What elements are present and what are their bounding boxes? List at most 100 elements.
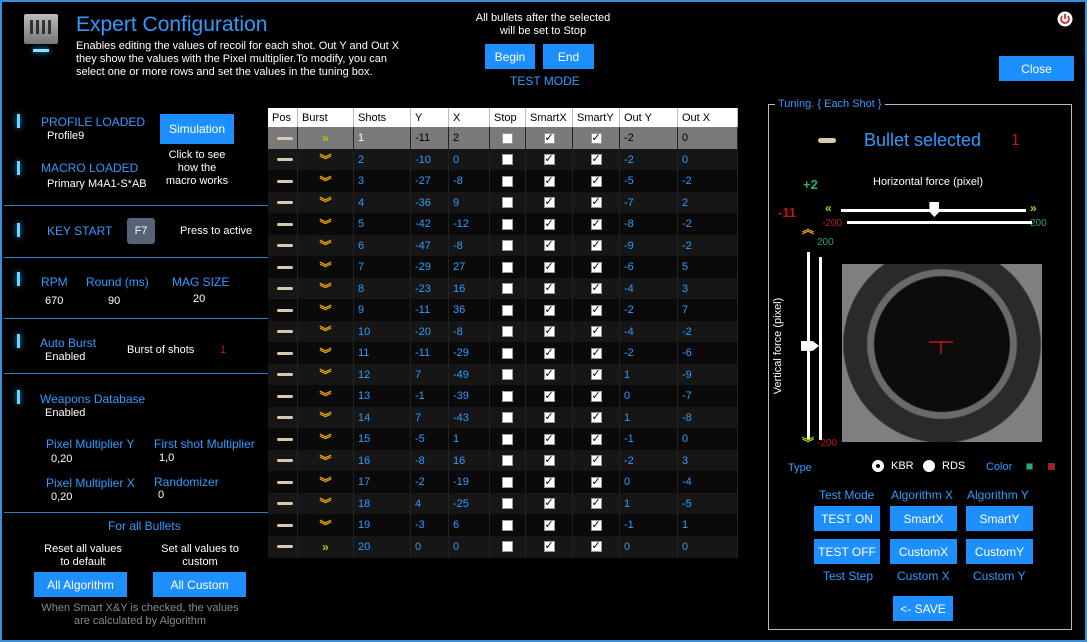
first-shot-multiplier-value[interactable]: 1,0 xyxy=(159,452,174,464)
y-value[interactable]: -47 xyxy=(411,234,449,257)
y-value[interactable]: -5 xyxy=(411,428,449,450)
smarty-checkbox[interactable] xyxy=(573,234,620,257)
simulation-button[interactable]: Simulation xyxy=(160,114,234,144)
smarty-checkbox[interactable] xyxy=(573,191,620,214)
v-slider-thumb[interactable] xyxy=(801,340,819,351)
y-value[interactable]: 7 xyxy=(411,363,449,386)
y-value[interactable]: 7 xyxy=(411,406,449,429)
smarty-checkbox[interactable] xyxy=(573,428,620,450)
h-slider-thumb[interactable] xyxy=(929,202,940,217)
power-icon[interactable] xyxy=(1057,11,1073,27)
table-row[interactable]: ︾10-20-8 -4-2 xyxy=(268,320,738,343)
smartx-checkbox[interactable] xyxy=(526,449,573,472)
y-value[interactable]: -3 xyxy=(411,514,449,536)
stop-checkbox[interactable] xyxy=(490,514,526,536)
x-value[interactable]: 0 xyxy=(449,148,490,171)
x-value[interactable]: 6 xyxy=(449,514,490,536)
stop-checkbox[interactable] xyxy=(490,299,526,321)
table-row[interactable]: ︾4-369 -72 xyxy=(268,191,738,214)
smarty-checkbox[interactable] xyxy=(573,299,620,321)
stop-checkbox[interactable] xyxy=(490,127,526,149)
smartx-checkbox[interactable] xyxy=(526,492,573,515)
table-row[interactable]: ︾8-2316 -43 xyxy=(268,277,738,300)
table-row[interactable]: ︾184-25 1-5 xyxy=(268,492,738,515)
smartx-checkbox[interactable] xyxy=(526,148,573,171)
smartx-checkbox[interactable] xyxy=(526,342,573,364)
x-value[interactable]: 16 xyxy=(449,449,490,472)
x-value[interactable]: -39 xyxy=(449,385,490,407)
save-button[interactable]: <- SAVE xyxy=(893,596,953,621)
smartx-checkbox[interactable] xyxy=(526,277,573,300)
x-value[interactable]: -25 xyxy=(449,492,490,515)
stop-checkbox[interactable] xyxy=(490,363,526,386)
stop-checkbox[interactable] xyxy=(490,428,526,450)
smarty-checkbox[interactable] xyxy=(573,449,620,472)
stop-checkbox[interactable] xyxy=(490,170,526,192)
table-row[interactable]: ︾7-2927 -65 xyxy=(268,256,738,278)
smartx-checkbox[interactable] xyxy=(526,406,573,429)
x-value[interactable]: 27 xyxy=(449,256,490,278)
all-algorithm-button[interactable]: All Algorithm xyxy=(34,572,127,597)
stop-checkbox[interactable] xyxy=(490,213,526,235)
smartx-checkbox[interactable] xyxy=(526,363,573,386)
y-value[interactable]: -27 xyxy=(411,170,449,192)
smarty-checkbox[interactable] xyxy=(573,320,620,343)
y-value[interactable]: 4 xyxy=(411,492,449,515)
smarty-checkbox[interactable] xyxy=(573,514,620,536)
color-swatch-red[interactable] xyxy=(1048,463,1055,470)
smartx-checkbox[interactable] xyxy=(526,127,573,149)
h-right-arrow-icon[interactable]: » xyxy=(1030,201,1037,215)
customy-button[interactable]: CustomY xyxy=(966,539,1033,564)
smartx-checkbox[interactable] xyxy=(526,428,573,450)
stop-checkbox[interactable] xyxy=(490,191,526,214)
table-row[interactable]: »1-112 -20 xyxy=(268,127,738,149)
table-row[interactable]: ︾19-36 -11 xyxy=(268,514,738,536)
smarty-checkbox[interactable] xyxy=(573,471,620,493)
x-value[interactable]: 16 xyxy=(449,277,490,300)
x-value[interactable]: -8 xyxy=(449,234,490,257)
table-row[interactable]: ︾2-100-20 xyxy=(268,148,738,171)
x-value[interactable]: -8 xyxy=(449,320,490,343)
key-badge[interactable]: F7 xyxy=(127,218,155,244)
x-value[interactable]: -29 xyxy=(449,342,490,364)
smarty-checkbox[interactable] xyxy=(573,170,620,192)
smarty-checkbox[interactable] xyxy=(573,535,620,558)
x-value[interactable]: 1 xyxy=(449,428,490,450)
smarty-checkbox[interactable] xyxy=(573,148,620,171)
table-row[interactable]: ︾15-51 -10 xyxy=(268,428,738,450)
stop-checkbox[interactable] xyxy=(490,256,526,278)
smartx-checkbox[interactable] xyxy=(526,299,573,321)
table-row[interactable]: ︾9-1136 -27 xyxy=(268,299,738,321)
kbr-radio[interactable] xyxy=(872,460,884,472)
burst-shots-value[interactable]: 1 xyxy=(220,344,226,356)
table-row[interactable]: ︾127-49 1-9 xyxy=(268,363,738,386)
smarty-checkbox[interactable] xyxy=(573,213,620,235)
table-row[interactable]: ︾147-43 1-8 xyxy=(268,406,738,429)
table-row[interactable]: ︾16-816-23 xyxy=(268,449,738,472)
smartx-button[interactable]: SmartX xyxy=(890,506,957,531)
x-value[interactable]: -19 xyxy=(449,471,490,493)
y-value[interactable]: -11 xyxy=(411,299,449,321)
y-value[interactable]: -11 xyxy=(411,342,449,364)
stop-checkbox[interactable] xyxy=(490,406,526,429)
y-value[interactable]: -2 xyxy=(411,471,449,493)
horizontal-slider[interactable] xyxy=(841,202,1032,224)
table-row[interactable]: »200000 xyxy=(268,535,738,558)
smartx-checkbox[interactable] xyxy=(526,535,573,558)
y-value[interactable]: -36 xyxy=(411,191,449,214)
stop-checkbox[interactable] xyxy=(490,342,526,364)
y-value[interactable]: -11 xyxy=(411,127,449,149)
smartx-checkbox[interactable] xyxy=(526,385,573,407)
y-value[interactable]: 0 xyxy=(411,535,449,558)
x-value[interactable]: 0 xyxy=(449,535,490,558)
smarty-checkbox[interactable] xyxy=(573,406,620,429)
stop-checkbox[interactable] xyxy=(490,277,526,300)
v-down-arrow-icon[interactable]: ︾ xyxy=(802,437,814,449)
stop-checkbox[interactable] xyxy=(490,148,526,171)
end-button[interactable]: End xyxy=(543,44,594,69)
smartx-checkbox[interactable] xyxy=(526,471,573,493)
h-left-arrow-icon[interactable]: « xyxy=(825,201,832,215)
table-row[interactable]: ︾17-2-19 0-4 xyxy=(268,471,738,493)
smartx-checkbox[interactable] xyxy=(526,191,573,214)
x-value[interactable]: -8 xyxy=(449,170,490,192)
